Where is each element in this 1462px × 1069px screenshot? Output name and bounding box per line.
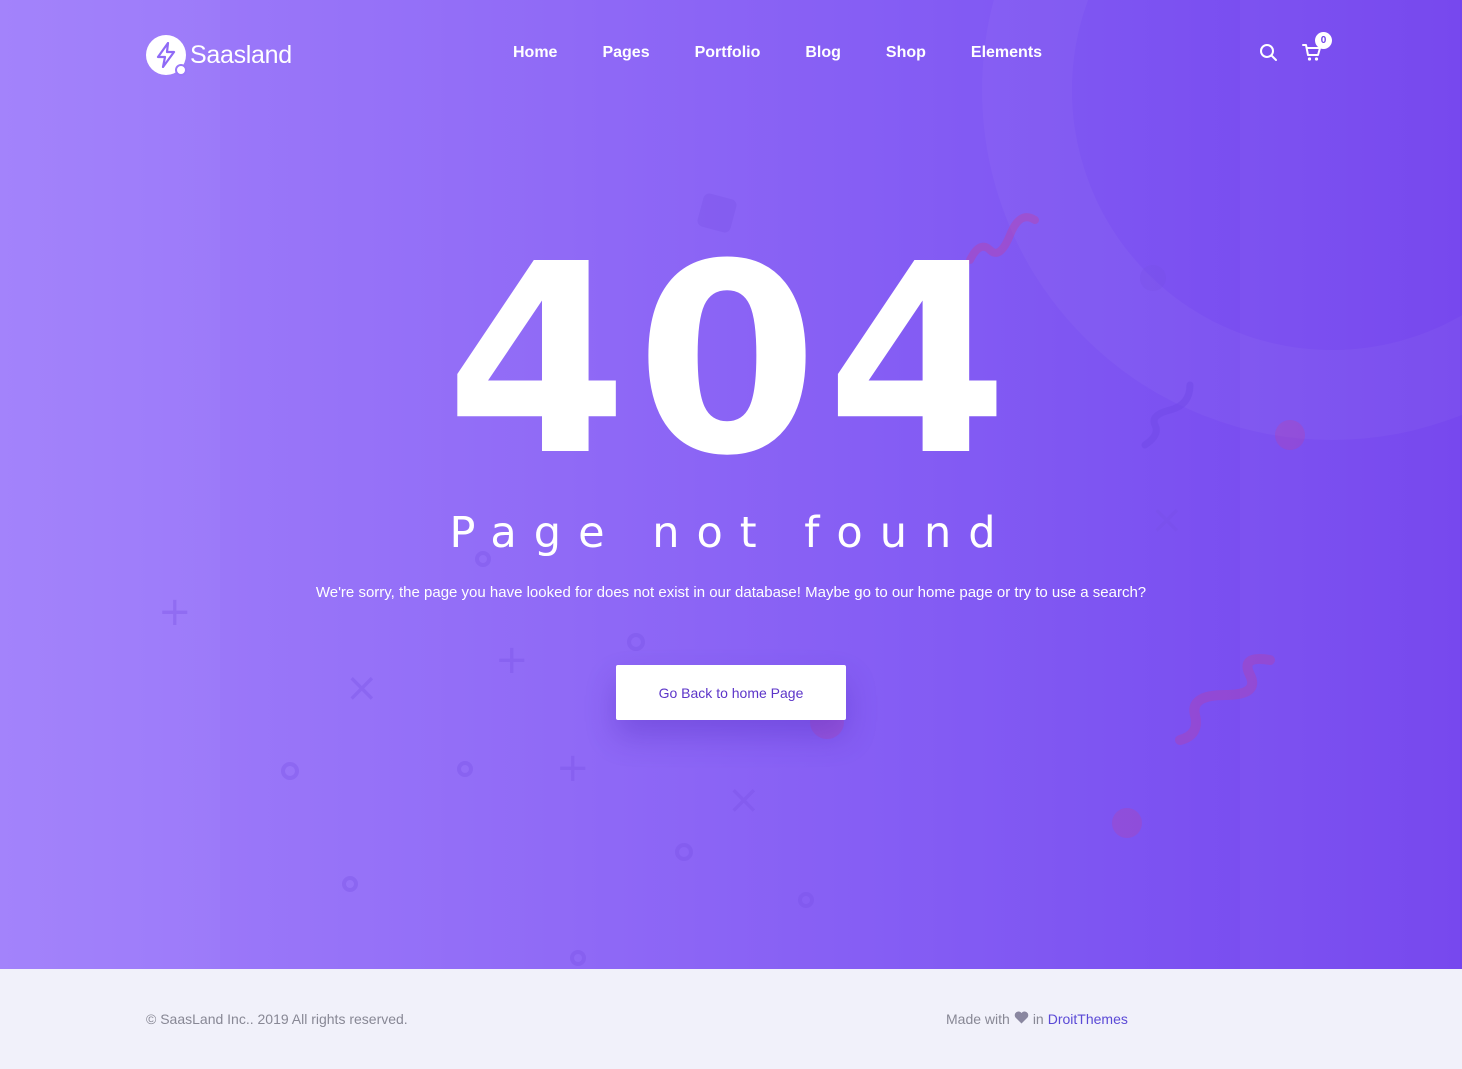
ring-decoration: [627, 633, 645, 651]
nav-item-elements[interactable]: Elements: [971, 44, 1042, 62]
made-with-credit: Made with in DroitThemes: [946, 1011, 1128, 1027]
brand-name: Saasland: [190, 40, 292, 69]
ring-decoration: [798, 892, 814, 908]
credit-link[interactable]: DroitThemes: [1048, 1011, 1128, 1027]
nav-item-pages[interactable]: Pages: [602, 44, 649, 62]
hero-section: + + + × × × Saasland Home Pages Portfoli…: [0, 0, 1462, 969]
heart-icon: [1014, 1011, 1029, 1027]
nav-item-blog[interactable]: Blog: [805, 44, 841, 62]
made-with-label: Made with: [946, 1011, 1010, 1027]
cart-icon[interactable]: 0: [1300, 32, 1332, 64]
made-in-label: in: [1032, 1011, 1044, 1027]
nav-actions: 0: [1256, 32, 1332, 64]
error-code: 404: [445, 208, 1017, 513]
dot-decoration: [1112, 808, 1142, 838]
footer: © SaasLand Inc.. 2019 All rights reserve…: [0, 969, 1462, 1069]
ring-decoration: [281, 762, 299, 780]
back-home-button[interactable]: Go Back to home Page: [616, 665, 846, 720]
brand-logo[interactable]: Saasland: [146, 34, 292, 76]
squiggle-decoration: [1175, 654, 1275, 745]
main-nav: Home Pages Portfolio Blog Shop Elements: [513, 44, 1042, 62]
plus-decoration: +: [495, 637, 529, 683]
ring-decoration: [675, 843, 693, 861]
nav-item-shop[interactable]: Shop: [886, 44, 926, 62]
cart-count-badge: 0: [1315, 32, 1332, 49]
error-title: Page not found: [449, 508, 1013, 558]
nav-item-portfolio[interactable]: Portfolio: [695, 44, 761, 62]
ring-decoration: [457, 761, 473, 777]
lightning-icon: [146, 35, 187, 76]
cross-decoration: ×: [345, 665, 379, 711]
ring-decoration: [342, 876, 358, 892]
cross-decoration: ×: [727, 777, 761, 823]
nav-item-home[interactable]: Home: [513, 44, 557, 62]
copyright-text: © SaasLand Inc.. 2019 All rights reserve…: [146, 1011, 408, 1027]
plus-decoration: +: [556, 745, 590, 791]
ring-decoration: [570, 950, 586, 966]
error-message: We're sorry, the page you have looked fo…: [315, 584, 1147, 601]
search-icon[interactable]: [1256, 40, 1280, 64]
navbar: Saasland Home Pages Portfolio Blog Shop …: [0, 0, 1462, 110]
